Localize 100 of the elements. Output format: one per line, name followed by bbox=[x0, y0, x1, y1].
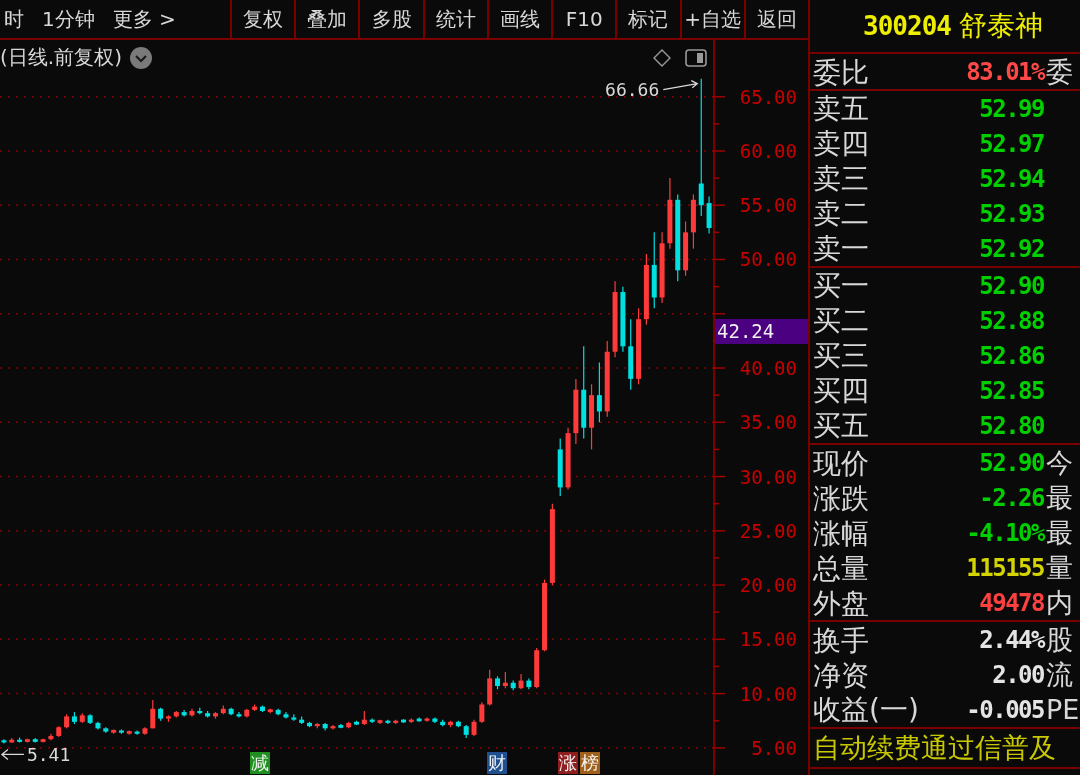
ask-price: 52.92 bbox=[979, 234, 1044, 263]
candle bbox=[95, 721, 101, 730]
event-tag[interactable]: 榜 bbox=[580, 752, 600, 774]
candle bbox=[620, 286, 626, 353]
candle bbox=[56, 725, 62, 738]
axis-label: 60.00 bbox=[739, 139, 797, 162]
row-label: 净资 bbox=[813, 657, 869, 693]
row-label: 总量 bbox=[813, 550, 869, 586]
candle bbox=[79, 712, 85, 724]
candle bbox=[189, 708, 195, 717]
price-tag: 42.24 bbox=[715, 318, 808, 344]
row-label: 现价 bbox=[813, 445, 869, 481]
bid-price: 52.80 bbox=[979, 411, 1044, 440]
row-label: 股 bbox=[1046, 623, 1074, 657]
candle bbox=[40, 738, 46, 744]
candle bbox=[557, 437, 563, 497]
stat-value: 49478 bbox=[979, 589, 1044, 617]
candle bbox=[48, 733, 54, 741]
ask-price: 52.94 bbox=[979, 164, 1044, 193]
news-ticker: 自动续费通过信普及 bbox=[813, 731, 1056, 765]
candle bbox=[181, 709, 187, 717]
toolbar-button[interactable]: +自选 bbox=[679, 0, 744, 38]
candle bbox=[573, 378, 579, 445]
candle bbox=[354, 720, 359, 726]
row-label: 委比 bbox=[813, 54, 869, 90]
row-label: 最 bbox=[1046, 481, 1074, 515]
candle bbox=[510, 680, 516, 691]
row-label: 内 bbox=[1046, 586, 1074, 620]
stat-value: -4.10% bbox=[966, 519, 1044, 547]
period-tab[interactable]: 更多 > bbox=[110, 4, 178, 34]
candle bbox=[487, 669, 493, 707]
axis-label: 20.00 bbox=[739, 574, 797, 597]
row-label: 卖五 bbox=[813, 91, 869, 126]
stat-value: 115155 bbox=[966, 554, 1044, 582]
panel-toggle-icon[interactable] bbox=[685, 48, 707, 67]
candle bbox=[440, 719, 446, 727]
candle bbox=[267, 708, 273, 714]
candle bbox=[252, 703, 258, 712]
candle bbox=[471, 719, 477, 737]
stat-value: -2.26 bbox=[979, 484, 1044, 512]
candle bbox=[236, 711, 242, 719]
candle bbox=[283, 711, 289, 720]
candle bbox=[448, 720, 453, 728]
bid-price: 52.90 bbox=[979, 271, 1044, 300]
dropdown-icon[interactable] bbox=[129, 46, 152, 69]
row-label: 委 bbox=[1046, 55, 1074, 89]
candle bbox=[244, 708, 250, 719]
axis-label: 40.00 bbox=[739, 357, 797, 379]
arrow-icon bbox=[662, 80, 699, 91]
candle bbox=[518, 673, 524, 690]
axis-label: 55.00 bbox=[739, 194, 797, 217]
row-label: 买三 bbox=[813, 338, 869, 373]
candle bbox=[322, 722, 328, 732]
candle bbox=[455, 720, 461, 728]
ask-price: 52.97 bbox=[979, 129, 1044, 158]
bid-price: 52.88 bbox=[979, 306, 1044, 335]
candle bbox=[479, 701, 485, 724]
bid-price: 52.86 bbox=[979, 341, 1044, 370]
axis-label: 15.00 bbox=[739, 628, 797, 651]
stat-value: 52.90 bbox=[979, 449, 1044, 477]
event-tag[interactable]: 财 bbox=[487, 752, 507, 774]
candle bbox=[126, 729, 132, 736]
row-label: 涨幅 bbox=[813, 515, 869, 551]
candle bbox=[142, 726, 148, 736]
ask-price: 52.93 bbox=[979, 199, 1044, 228]
diamond-icon[interactable] bbox=[653, 48, 671, 67]
candle bbox=[416, 716, 422, 723]
row-label: 收益(一) bbox=[813, 692, 919, 727]
period-tab[interactable]: 时 bbox=[2, 4, 26, 34]
max-price-label: 66.66 bbox=[605, 78, 660, 100]
candle bbox=[1, 738, 7, 744]
row-label: 买五 bbox=[813, 408, 869, 443]
candle bbox=[534, 647, 540, 689]
row-label: 卖四 bbox=[813, 126, 869, 161]
event-tag[interactable]: 涨 bbox=[558, 752, 578, 774]
candle bbox=[103, 726, 109, 734]
candle bbox=[338, 723, 344, 729]
candle bbox=[369, 717, 375, 724]
axis-label: 35.00 bbox=[739, 411, 797, 434]
stat-value: 2.44% bbox=[979, 626, 1044, 654]
candle bbox=[361, 710, 367, 726]
row-label: 流 bbox=[1046, 658, 1074, 692]
stat-value: -0.005 bbox=[966, 695, 1044, 724]
candle bbox=[220, 704, 226, 715]
row-label: 买一 bbox=[813, 268, 869, 303]
period-tab[interactable]: 1分钟 bbox=[40, 4, 97, 34]
candle bbox=[706, 195, 712, 235]
candle bbox=[424, 716, 430, 723]
event-tag[interactable]: 减 bbox=[250, 752, 270, 774]
candle bbox=[526, 677, 532, 690]
candle bbox=[314, 722, 320, 729]
candle bbox=[346, 721, 352, 729]
candle bbox=[291, 713, 297, 722]
candle bbox=[87, 713, 93, 725]
ask-price: 52.99 bbox=[979, 94, 1044, 123]
candle bbox=[173, 710, 179, 719]
row-label: 卖一 bbox=[813, 231, 869, 266]
bid-price: 52.85 bbox=[979, 376, 1044, 405]
candle bbox=[401, 718, 406, 724]
candle bbox=[150, 699, 156, 729]
